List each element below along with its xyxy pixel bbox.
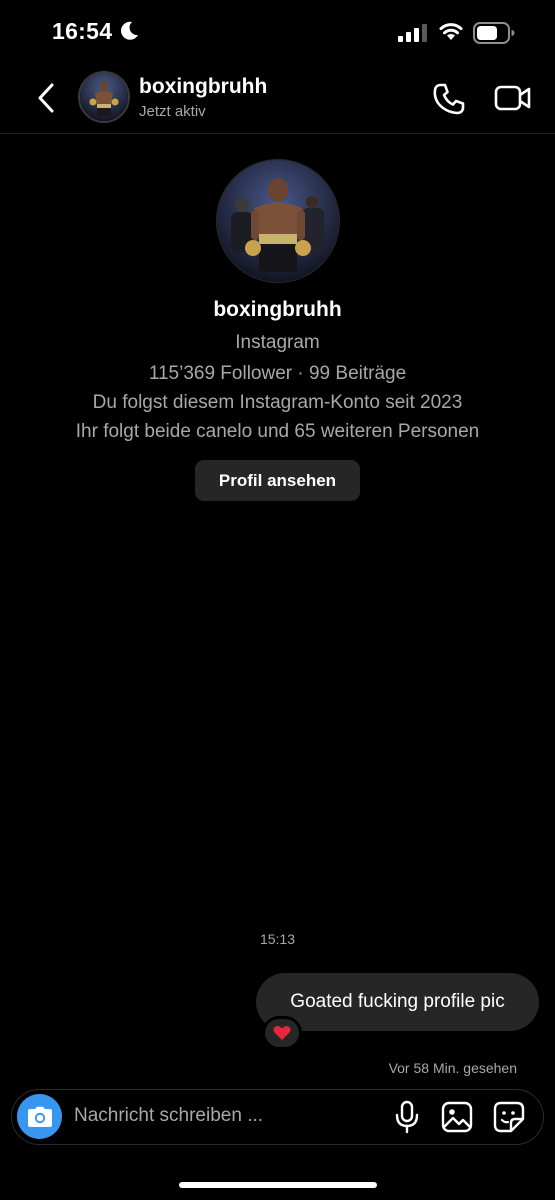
profile-username: boxingbruhh <box>213 298 342 321</box>
gallery-icon[interactable] <box>441 1101 473 1133</box>
moon-icon <box>121 21 138 40</box>
home-indicator <box>179 1182 377 1188</box>
camera-icon <box>27 1106 52 1127</box>
battery-icon <box>473 22 515 44</box>
view-profile-button[interactable]: Profil ansehen <box>195 460 360 501</box>
wifi-icon <box>439 23 463 40</box>
sticker-icon[interactable] <box>493 1101 525 1133</box>
seen-status: Vor 58 Min. gesehen <box>388 1060 517 1076</box>
header-avatar[interactable] <box>78 71 130 123</box>
profile-avatar[interactable] <box>216 159 340 283</box>
camera-button[interactable] <box>17 1094 62 1139</box>
status-time: 16:54 <box>52 18 113 44</box>
message-reaction[interactable] <box>262 1016 302 1050</box>
profile-subtitle: Instagram <box>235 332 320 353</box>
profile-mutual-followers: Ihr folgt beide canelo und 65 weiteren P… <box>75 421 480 442</box>
video-camera-icon[interactable] <box>494 82 532 114</box>
profile-following-since: Du folgst diesem Instagram-Konto seit 20… <box>92 392 463 413</box>
microphone-icon[interactable] <box>393 1100 421 1134</box>
message-timestamp: 15:13 <box>259 931 296 947</box>
profile-stats: 115’369 Follower · 99 Beiträge <box>148 363 407 384</box>
back-chevron-icon[interactable] <box>34 82 60 114</box>
header-active-status: Jetzt aktiv <box>139 103 206 120</box>
phone-icon[interactable] <box>432 82 466 116</box>
heart-reaction-icon <box>273 1025 291 1040</box>
cellular-signal-icon <box>398 24 427 42</box>
header-username[interactable]: boxingbruhh <box>139 75 267 99</box>
header-divider <box>0 133 555 134</box>
message-input[interactable]: Nachricht schreiben ... <box>74 1105 263 1127</box>
